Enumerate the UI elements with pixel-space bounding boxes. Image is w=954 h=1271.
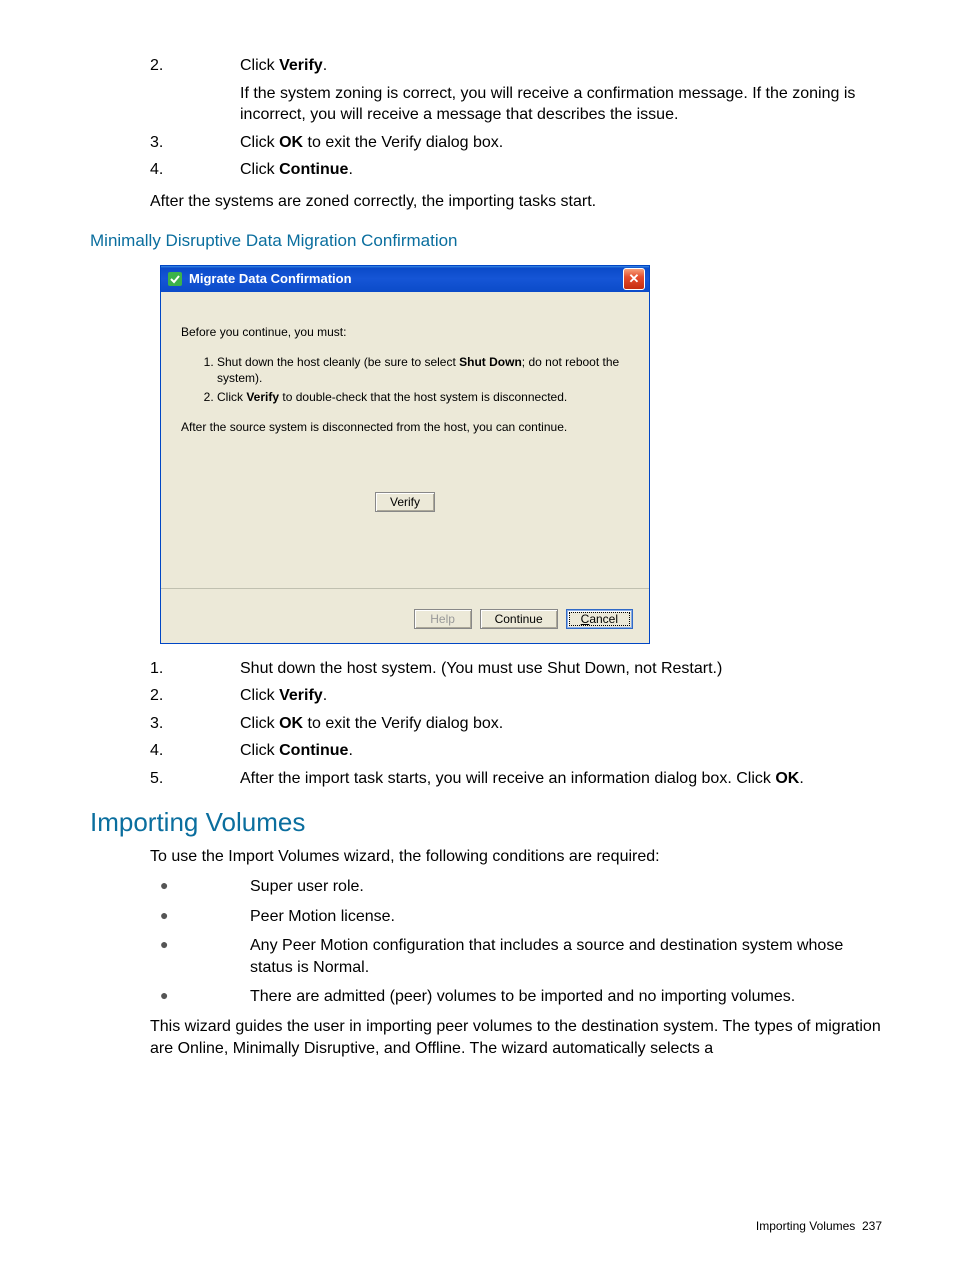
- document-page: 2. Click Verify. If the system zoning is…: [0, 0, 954, 1271]
- footer-label: Importing Volumes: [756, 1219, 855, 1233]
- list-number: 4.: [90, 740, 240, 762]
- app-icon: [167, 271, 183, 287]
- list-item: 5. After the import task starts, you wil…: [90, 768, 884, 790]
- list-item: ● Any Peer Motion configuration that inc…: [90, 935, 884, 978]
- list-body: Click Verify. If the system zoning is co…: [240, 55, 884, 126]
- bullet-list-requirements: ● Super user role. ● Peer Motion license…: [90, 876, 884, 1008]
- close-button[interactable]: ✕: [623, 268, 645, 290]
- bullet-icon: ●: [90, 906, 250, 928]
- list-item: ● Super user role.: [90, 876, 884, 898]
- list-body: Any Peer Motion configuration that inclu…: [250, 935, 884, 978]
- dialog-steps: Shut down the host cleanly (be sure to s…: [199, 354, 629, 406]
- dialog-screenshot: Migrate Data Confirmation ✕ Before you c…: [160, 265, 650, 644]
- dialog-title: Migrate Data Confirmation: [189, 271, 623, 286]
- list-number: 3.: [90, 713, 240, 735]
- list-number: 2.: [90, 685, 240, 707]
- list-item: ● Peer Motion license.: [90, 906, 884, 928]
- list-number: 2.: [90, 55, 240, 126]
- paragraph: This wizard guides the user in importing…: [150, 1016, 884, 1059]
- list-item: 4. Click Continue.: [90, 159, 884, 181]
- list-item: ● There are admitted (peer) volumes to b…: [90, 986, 884, 1008]
- dialog-footer: Help Continue Cancel: [161, 588, 649, 643]
- dialog-after: After the source system is disconnected …: [181, 419, 629, 435]
- ordered-list-shutdown: 1. Shut down the host system. (You must …: [90, 658, 884, 790]
- list-number: 5.: [90, 768, 240, 790]
- section-heading-importing: Importing Volumes: [90, 807, 884, 838]
- list-body: There are admitted (peer) volumes to be …: [250, 986, 795, 1008]
- list-number: 3.: [90, 132, 240, 154]
- paragraph: To use the Import Volumes wizard, the fo…: [150, 846, 884, 868]
- dialog-body: Before you continue, you must: Shut down…: [161, 292, 649, 588]
- dialog-step: Shut down the host cleanly (be sure to s…: [217, 354, 629, 386]
- list-body: After the import task starts, you will r…: [240, 768, 884, 790]
- list-subtext: If the system zoning is correct, you wil…: [240, 83, 884, 126]
- verify-button[interactable]: Verify: [375, 492, 435, 512]
- list-body: Click Verify.: [240, 685, 884, 707]
- list-item: 3. Click OK to exit the Verify dialog bo…: [90, 713, 884, 735]
- bullet-icon: ●: [90, 876, 250, 898]
- dialog-titlebar: Migrate Data Confirmation ✕: [161, 266, 649, 292]
- list-item: 2. Click Verify. If the system zoning is…: [90, 55, 884, 126]
- list-body: Click Continue.: [240, 159, 884, 181]
- help-button[interactable]: Help: [414, 609, 472, 629]
- paragraph: After the systems are zoned correctly, t…: [150, 191, 884, 213]
- bullet-icon: ●: [90, 935, 250, 978]
- list-body: Click OK to exit the Verify dialog box.: [240, 713, 884, 735]
- list-item: 2. Click Verify.: [90, 685, 884, 707]
- migrate-data-dialog: Migrate Data Confirmation ✕ Before you c…: [160, 265, 650, 644]
- list-item: 4. Click Continue.: [90, 740, 884, 762]
- ordered-list-zoning: 2. Click Verify. If the system zoning is…: [90, 55, 884, 181]
- continue-button[interactable]: Continue: [480, 609, 558, 629]
- dialog-intro: Before you continue, you must:: [181, 324, 629, 340]
- section-heading-minimal: Minimally Disruptive Data Migration Conf…: [90, 231, 884, 251]
- list-item: 1. Shut down the host system. (You must …: [90, 658, 884, 680]
- list-number: 4.: [90, 159, 240, 181]
- list-body: Shut down the host system. (You must use…: [240, 658, 884, 680]
- list-number: 1.: [90, 658, 240, 680]
- close-icon: ✕: [629, 271, 640, 287]
- page-footer: Importing Volumes 237: [756, 1219, 882, 1233]
- list-body: Click Continue.: [240, 740, 884, 762]
- list-body: Super user role.: [250, 876, 364, 898]
- bullet-icon: ●: [90, 986, 250, 1008]
- list-body: Peer Motion license.: [250, 906, 395, 928]
- list-body: Click OK to exit the Verify dialog box.: [240, 132, 884, 154]
- cancel-button[interactable]: Cancel: [566, 609, 633, 629]
- list-item: 3. Click OK to exit the Verify dialog bo…: [90, 132, 884, 154]
- dialog-step: Click Verify to double-check that the ho…: [217, 389, 629, 405]
- footer-page-number: 237: [862, 1219, 882, 1233]
